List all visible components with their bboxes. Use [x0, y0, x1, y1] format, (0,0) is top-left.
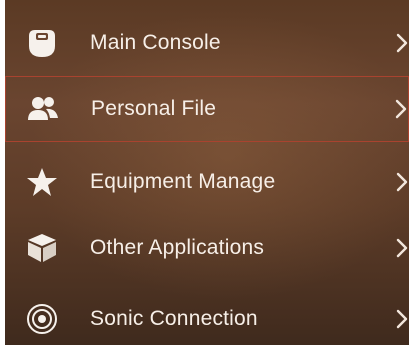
chevron-right-icon [396, 172, 408, 192]
menu-item-personal-file[interactable]: Personal File [5, 76, 409, 142]
side-menu: Main Console Personal File Equipment Man… [5, 0, 409, 345]
console-icon [25, 26, 59, 60]
chevron-right-icon [396, 238, 408, 258]
star-icon [25, 165, 59, 199]
menu-item-label: Other Applications [90, 236, 265, 259]
box-icon [25, 231, 59, 265]
menu-item-other-applications[interactable]: Other Applications [5, 215, 409, 281]
menu-item-label: Equipment Manage [90, 170, 276, 193]
menu-item-label: Main Console [90, 31, 221, 54]
people-icon [26, 92, 60, 126]
menu-item-equipment-manage[interactable]: Equipment Manage [5, 149, 409, 215]
menu-item-label: Personal File [91, 97, 217, 120]
chevron-right-icon [396, 309, 408, 329]
sonic-icon [25, 302, 59, 336]
chevron-right-icon [395, 99, 407, 119]
menu-item-label: Sonic Connection [90, 307, 258, 330]
menu-item-sonic-connection[interactable]: Sonic Connection [5, 286, 409, 345]
menu-item-main-console[interactable]: Main Console [5, 10, 409, 76]
chevron-right-icon [396, 33, 408, 53]
